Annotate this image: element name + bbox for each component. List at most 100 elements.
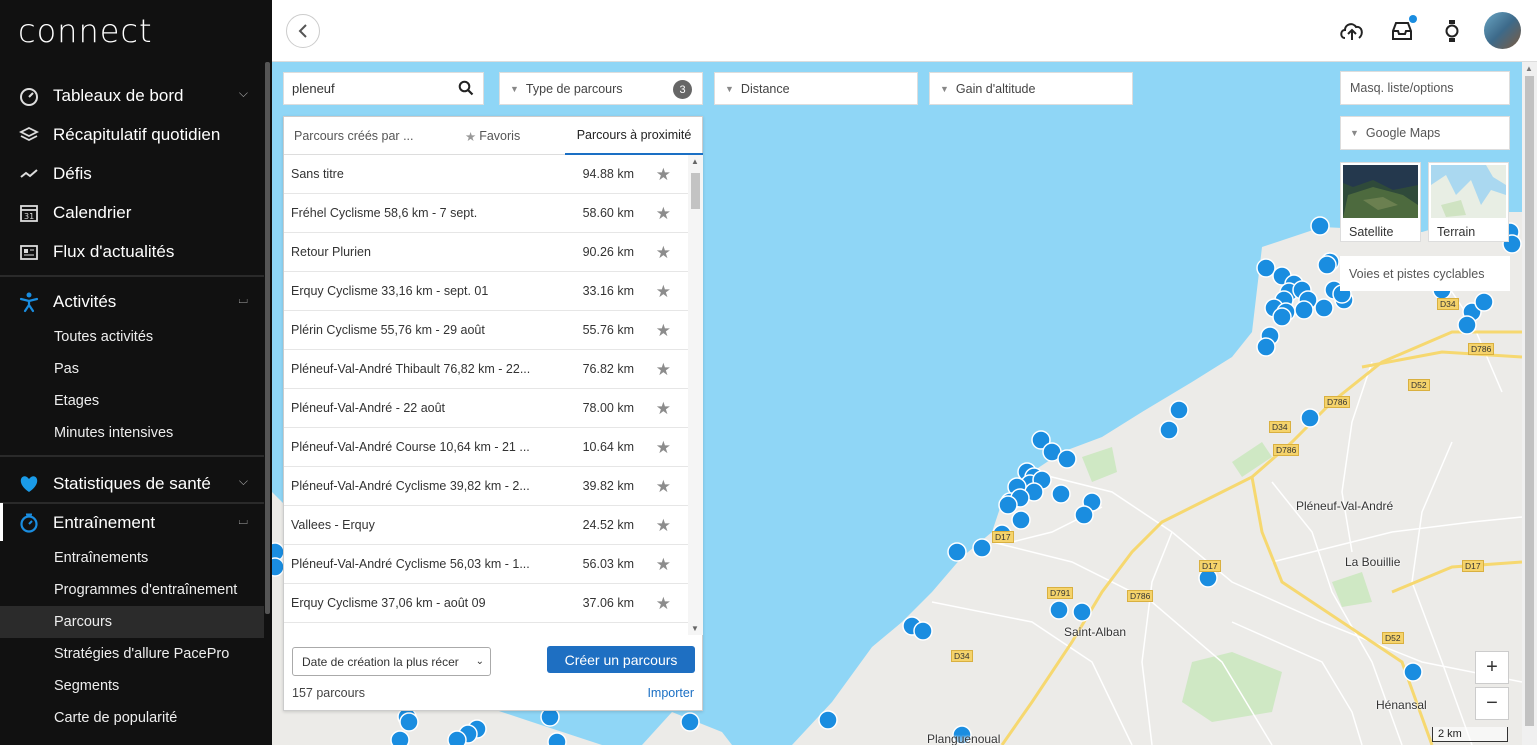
- sidebar-item-daily-summary[interactable]: Récapitulatif quotidien: [0, 115, 264, 154]
- route-row[interactable]: Plérin Cyclisme 55,76 km - 29 août 55.76 …: [284, 311, 688, 350]
- sidebar-item-challenges[interactable]: Défis: [0, 154, 264, 193]
- sidebar-subitem-workouts[interactable]: Entraînements: [0, 542, 264, 574]
- scroll-down-arrow[interactable]: ▼: [691, 624, 699, 633]
- tab-nearby[interactable]: Parcours à proximité: [565, 117, 703, 155]
- route-row[interactable]: Erquy Cyclisme 37,06 km - août 09 37.06 k…: [284, 584, 688, 623]
- sidebar-subitem-all-activities[interactable]: Toutes activités: [0, 321, 264, 353]
- sidebar-item-news-feed[interactable]: Flux d'actualités: [0, 232, 264, 271]
- layers-icon: [18, 124, 40, 146]
- tab-created-by[interactable]: Parcours créés par ...: [294, 117, 414, 155]
- route-row[interactable]: Pléneuf-Val-André Cyclisme 39,82 km - 2.…: [284, 467, 688, 506]
- sidebar-subitem-pacepro[interactable]: Stratégies d'allure PacePro: [0, 638, 264, 670]
- scrollbar-thumb[interactable]: [1525, 76, 1534, 726]
- favorite-star-icon[interactable]: ★: [656, 282, 671, 302]
- distance-label: Distance: [740, 81, 790, 96]
- sidebar-subitem-intensity-minutes[interactable]: Minutes intensives: [0, 417, 264, 449]
- favorite-star-icon[interactable]: ★: [656, 399, 671, 419]
- route-row[interactable]: Pléneuf-Val-André Cyclisme 56,03 km - 1.…: [284, 545, 688, 584]
- satellite-layer-button[interactable]: Satellite: [1340, 162, 1421, 242]
- sidebar-subitem-training-plans[interactable]: Programmes d'entraînement: [0, 574, 264, 606]
- distance-filter[interactable]: ▼ Distance: [714, 72, 918, 105]
- inbox-icon[interactable]: [1389, 15, 1417, 44]
- back-button[interactable]: [286, 14, 320, 48]
- route-distance: 55.76 km: [582, 323, 634, 337]
- sidebar-subitem-steps[interactable]: Pas: [0, 353, 264, 385]
- route-row[interactable]: Pléneuf-Val-André - 22 août 78.00 km ★: [284, 389, 688, 428]
- route-name: Pléneuf-Val-André - 22 août: [291, 401, 446, 415]
- bike-lanes-toggle[interactable]: Voies et pistes cyclables: [1340, 256, 1510, 291]
- scroll-up-arrow[interactable]: ▲: [691, 157, 699, 166]
- chevron-up-icon[interactable]: ⌴: [238, 513, 248, 528]
- route-distance: 58.60 km: [582, 206, 634, 220]
- route-search-input[interactable]: pleneuf: [283, 72, 484, 105]
- toggle-list-options-button[interactable]: Masq. liste/options: [1340, 71, 1510, 105]
- favorite-star-icon[interactable]: ★: [656, 321, 671, 341]
- route-distance: 33.16 km: [582, 284, 634, 298]
- avatar[interactable]: [1484, 12, 1521, 49]
- sidebar-item-calendar[interactable]: 31 Calendrier: [0, 193, 264, 232]
- tab-favorites[interactable]: ★ Favoris: [465, 117, 520, 155]
- dropdown-arrow-icon: ▼: [510, 83, 519, 94]
- connect-logo[interactable]: connect: [18, 12, 153, 50]
- terrain-layer-button[interactable]: Terrain: [1428, 162, 1509, 242]
- chevron-down-icon[interactable]: ⌵: [239, 86, 248, 101]
- map-label-henansal: Hénansal: [1376, 698, 1427, 712]
- scrollbar-thumb[interactable]: [691, 173, 700, 209]
- list-scrollbar[interactable]: ▲ ▼: [688, 155, 703, 635]
- upload-cloud-icon[interactable]: [1339, 18, 1365, 44]
- favorite-star-icon[interactable]: ★: [656, 438, 671, 458]
- sidebar-item-label: Flux d'actualités: [53, 241, 175, 261]
- watch-icon[interactable]: [1439, 18, 1465, 44]
- elevation-filter[interactable]: ▼ Gain d'altitude: [929, 72, 1133, 105]
- sidebar-item-label: Tableaux de bord: [53, 85, 184, 105]
- route-row[interactable]: Pléneuf-Val-André Course 10,64 km - 21 .…: [284, 428, 688, 467]
- sidebar-item-dashboards[interactable]: Tableaux de bord ⌵: [0, 76, 264, 115]
- dropdown-arrow-icon: ▼: [725, 83, 734, 94]
- calendar-icon: 31: [18, 202, 40, 224]
- nav-training: Entraînement ⌴ Entraînements Programmes …: [0, 503, 264, 734]
- star-icon: ★: [465, 129, 477, 144]
- map-scale: 2 km: [1432, 727, 1508, 742]
- route-row[interactable]: Fréhel Cyclisme 58,6 km - 7 sept. 58.60 k…: [284, 194, 688, 233]
- chevron-up-icon[interactable]: ⌴: [238, 292, 248, 307]
- route-row[interactable]: Sans titre 94.88 km ★: [284, 155, 688, 194]
- sort-select[interactable]: Date de création la plus récer ⌄: [292, 647, 491, 676]
- favorite-star-icon[interactable]: ★: [656, 243, 671, 263]
- sidebar-item-training[interactable]: Entraînement ⌴: [0, 503, 264, 542]
- sidebar-item-activities[interactable]: Activités ⌴: [0, 282, 264, 321]
- favorite-star-icon[interactable]: ★: [656, 594, 671, 614]
- road-label: D786: [1127, 590, 1154, 602]
- map-provider-dropdown[interactable]: ▼ Google Maps: [1340, 116, 1510, 150]
- chevron-down-icon[interactable]: ⌵: [239, 474, 248, 489]
- favorite-star-icon[interactable]: ★: [656, 555, 671, 575]
- route-row[interactable]: Vallees - Erquy 24.52 km ★: [284, 506, 688, 545]
- sidebar-scrollbar[interactable]: [265, 62, 270, 614]
- route-row[interactable]: Erquy Cyclisme 33,16 km - sept. 01 33.16 …: [284, 272, 688, 311]
- terrain-label: Terrain: [1437, 225, 1476, 239]
- import-link[interactable]: Importer: [647, 686, 694, 700]
- zoom-in-button[interactable]: +: [1475, 651, 1509, 684]
- sidebar-subitem-heatmap[interactable]: Carte de popularité: [0, 702, 264, 734]
- sidebar-subitem-floors[interactable]: Etages: [0, 385, 264, 417]
- route-row[interactable]: Pléneuf-Val-André Thibault 76,82 km - 22…: [284, 350, 688, 389]
- filter-count-badge: 3: [673, 80, 692, 99]
- favorite-star-icon[interactable]: ★: [656, 165, 671, 185]
- favorite-star-icon[interactable]: ★: [656, 360, 671, 380]
- favorite-star-icon[interactable]: ★: [656, 516, 671, 536]
- road-label: D786: [1324, 396, 1351, 408]
- route-distance: 78.00 km: [582, 401, 634, 415]
- sidebar-item-health-stats[interactable]: Statistiques de santé ⌵: [0, 464, 264, 503]
- route-row[interactable]: Retour Plurien 90.26 km ★: [284, 233, 688, 272]
- search-icon[interactable]: [458, 80, 474, 99]
- zoom-out-button[interactable]: −: [1475, 687, 1509, 720]
- favorite-star-icon[interactable]: ★: [656, 477, 671, 497]
- map-scrollbar[interactable]: ▲: [1522, 62, 1537, 745]
- route-type-filter[interactable]: ▼ Type de parcours 3: [499, 72, 703, 105]
- sidebar-subitem-courses[interactable]: Parcours: [0, 606, 264, 638]
- favorite-star-icon[interactable]: ★: [656, 204, 671, 224]
- sidebar-subitem-segments[interactable]: Segments: [0, 670, 264, 702]
- scroll-up-arrow[interactable]: ▲: [1525, 64, 1533, 73]
- create-route-button[interactable]: Créer un parcours: [547, 646, 695, 673]
- search-value: pleneuf: [292, 81, 335, 96]
- map-label-la-bouillie: La Bouillie: [1345, 555, 1401, 569]
